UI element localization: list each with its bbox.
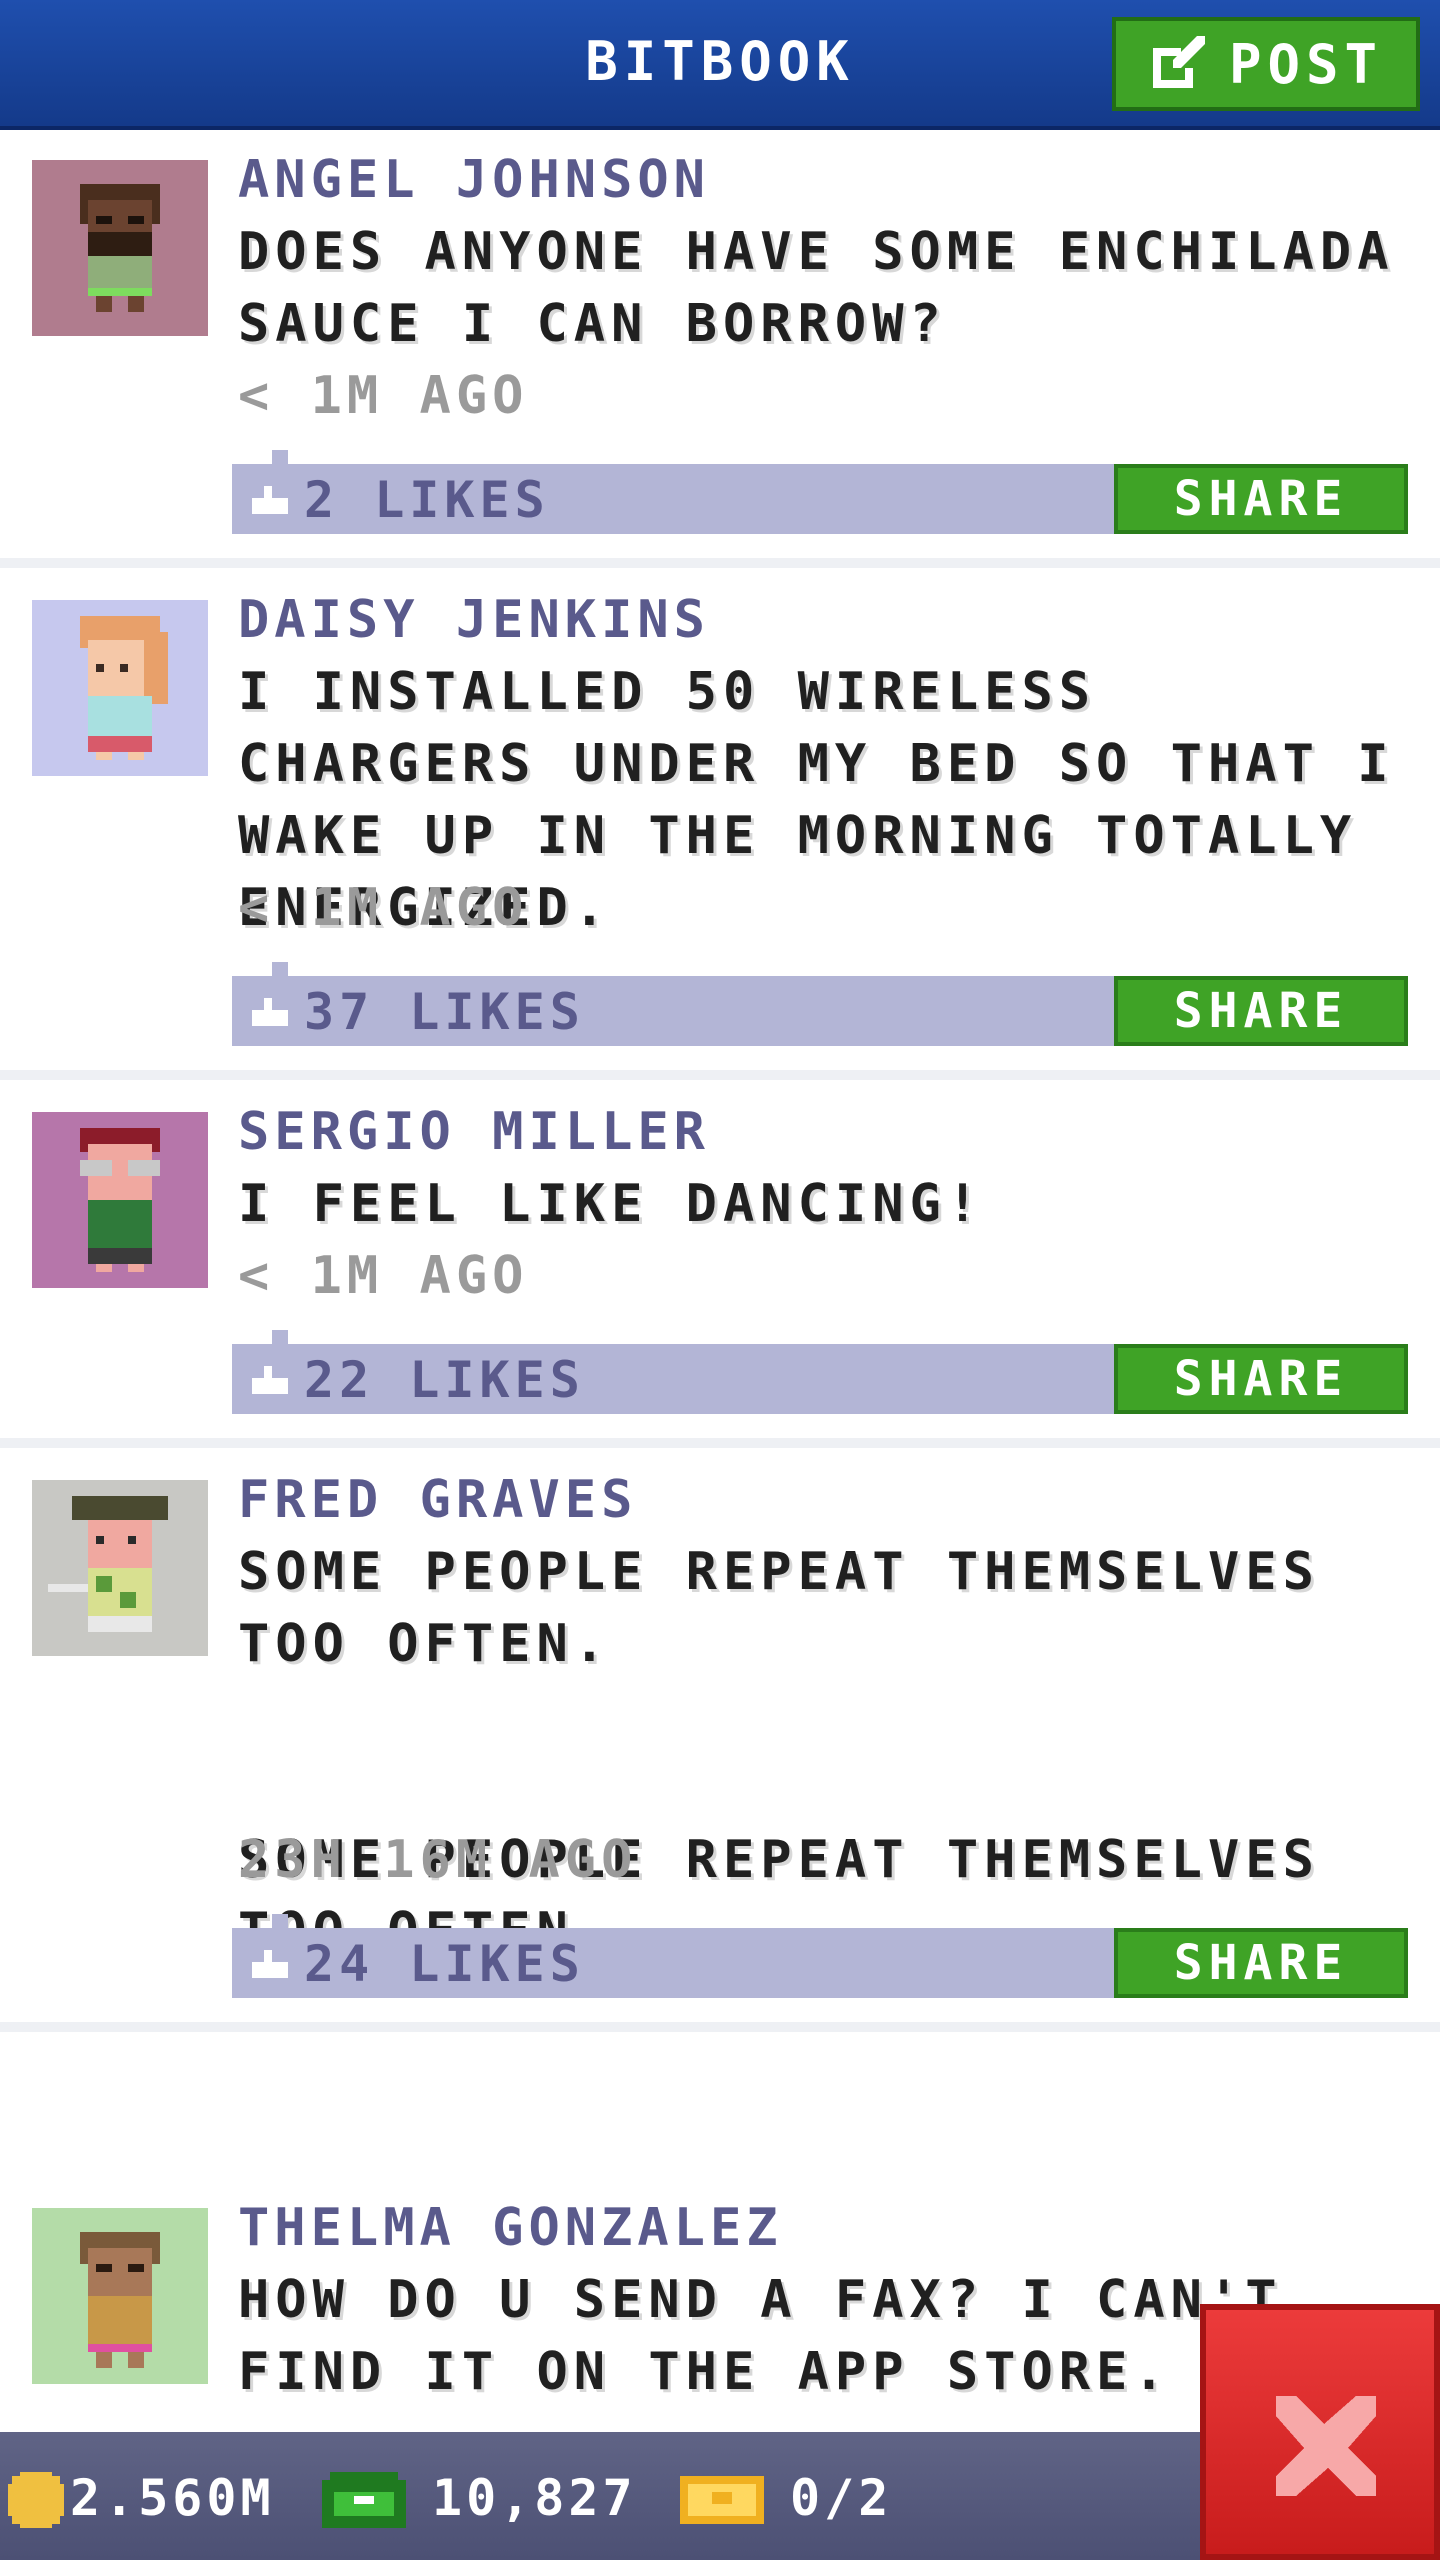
like-bar[interactable]: 37 LIKES SHARE	[232, 962, 1408, 1046]
divider	[0, 1438, 1440, 1448]
share-button[interactable]: SHARE	[1114, 1344, 1408, 1414]
thumbs-up-icon	[252, 1950, 288, 1982]
post-button-label: POST	[1228, 32, 1384, 96]
share-button[interactable]: SHARE	[1114, 464, 1408, 534]
post-author[interactable]: FRED GRAVES	[238, 1464, 637, 1536]
divider	[0, 1070, 1440, 1080]
like-count: 37 LIKES	[304, 983, 585, 1041]
tickets-value: 0/2	[790, 2469, 893, 2527]
avatar	[32, 1112, 208, 1288]
like-count: 22 LIKES	[304, 1351, 585, 1409]
share-button[interactable]: SHARE	[1114, 976, 1408, 1046]
coins-value: 2.560M	[70, 2469, 275, 2527]
divider	[0, 558, 1440, 568]
app-header: BITBOOK POST	[0, 0, 1440, 130]
post-timestamp: < 1M AGO	[238, 366, 529, 426]
avatar	[32, 2208, 208, 2384]
avatar	[32, 600, 208, 776]
like-count: 2 LIKES	[304, 471, 550, 529]
close-button[interactable]	[1200, 2304, 1440, 2560]
like-bar-tab	[272, 1914, 288, 1928]
coin-icon	[8, 2472, 64, 2532]
like-bar-tab	[272, 962, 288, 976]
like-bar-tab	[272, 450, 288, 464]
edit-icon	[1149, 36, 1205, 92]
post-message: I FEEL LIKE DANCING!	[238, 1174, 985, 1234]
post-author[interactable]: DAISY JENKINS	[238, 584, 710, 656]
close-icon	[1276, 2396, 1376, 2496]
post-message: DOES ANYONE HAVE SOME ENCHILADA SAUCE I …	[238, 222, 1432, 354]
like-bar[interactable]: 22 LIKES SHARE	[232, 1330, 1408, 1414]
like-bar-tab	[272, 1330, 288, 1344]
avatar	[32, 1480, 208, 1656]
post-button[interactable]: POST	[1112, 17, 1420, 111]
thumbs-up-icon	[252, 998, 288, 1030]
like-count: 24 LIKES	[304, 1935, 585, 1993]
post-author[interactable]: SERGIO MILLER	[238, 1096, 710, 1168]
post-timestamp: < 1M AGO	[238, 878, 529, 938]
avatar	[32, 160, 208, 336]
bux-icon	[322, 2472, 406, 2532]
thumbs-up-icon	[252, 486, 288, 518]
share-button[interactable]: SHARE	[1114, 1928, 1408, 1998]
like-bar[interactable]: 24 LIKES SHARE	[232, 1914, 1408, 1998]
post-author[interactable]: ANGEL JOHNSON	[238, 144, 710, 216]
post-timestamp: < 1M AGO	[238, 1246, 529, 1306]
thumbs-up-icon	[252, 1366, 288, 1398]
post-timestamp: 23H 16M AGO	[238, 1830, 638, 1890]
divider	[0, 2022, 1440, 2032]
like-bar[interactable]: 2 LIKES SHARE	[232, 450, 1408, 534]
post-author[interactable]: THELMA GONZALEZ	[238, 2192, 783, 2264]
post-message: SOME PEOPLE REPEAT THEMSELVES TOO OFTEN.…	[238, 1542, 1320, 1962]
bux-value: 10,827	[432, 2469, 637, 2527]
ticket-icon	[680, 2472, 764, 2532]
